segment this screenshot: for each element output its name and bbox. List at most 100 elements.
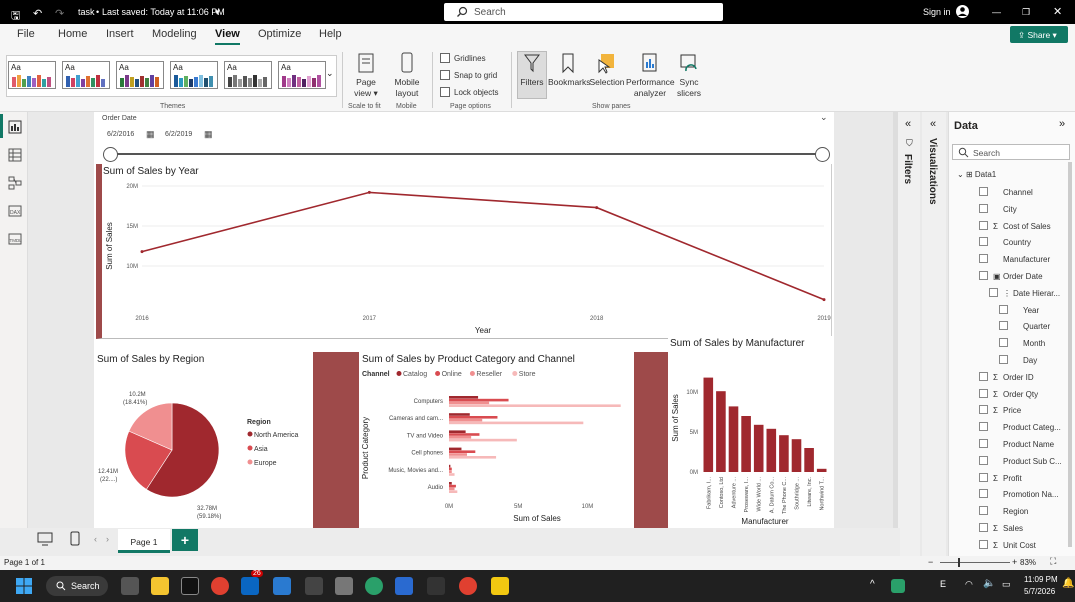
field-item[interactable]: ▣ Order Date — [979, 271, 1043, 281]
zoom-handle[interactable] — [958, 558, 960, 567]
file-explorer-icon[interactable] — [151, 577, 169, 595]
database-icon[interactable] — [335, 577, 353, 595]
close-icon[interactable]: ✕ — [1053, 5, 1062, 18]
field-item[interactable]: Channel — [979, 187, 1033, 197]
chrome-icon[interactable] — [459, 577, 477, 595]
undo-icon[interactable]: ↶ — [33, 7, 42, 20]
windows-start-icon[interactable] — [16, 578, 32, 594]
menu-optimize[interactable]: Optimize — [258, 28, 301, 40]
zoom-out-icon[interactable]: − — [928, 557, 933, 567]
field-item[interactable]: Σ Order Qty — [979, 388, 1038, 399]
gridlines-checkbox[interactable]: Gridlines — [440, 53, 486, 63]
filters-pane-button[interactable]: Filters — [517, 51, 547, 99]
power-bi-icon[interactable] — [491, 577, 509, 595]
field-item[interactable]: Σ Price — [979, 405, 1021, 415]
language-icon[interactable]: E — [940, 579, 946, 589]
slicer-start-handle[interactable] — [103, 147, 118, 162]
account-icon[interactable] — [955, 4, 970, 19]
slicer-end-handle[interactable] — [815, 147, 830, 162]
menu-modeling[interactable]: Modeling — [152, 28, 197, 40]
theme-1[interactable]: Aa — [8, 61, 56, 89]
bookmarks-pane-button[interactable]: Bookmarks — [548, 52, 591, 88]
edge-icon[interactable] — [365, 577, 383, 595]
field-item[interactable]: Quarter — [999, 321, 1050, 331]
tmdl-view-icon[interactable]: TMDL — [8, 232, 22, 246]
theme-6[interactable]: Aa — [278, 61, 326, 89]
table-data1[interactable]: ⌄ ⊞ Data1 — [957, 170, 996, 179]
zoom-level[interactable]: 83% — [1020, 558, 1036, 567]
bar-chart-card[interactable]: Sum of Sales by Product Category and Cha… — [359, 352, 634, 528]
clock-date[interactable]: 5/7/2026 — [1024, 587, 1055, 596]
theme-2[interactable]: Aa — [62, 61, 110, 89]
theme-4[interactable]: Aa — [170, 61, 218, 89]
chevron-up-icon[interactable]: ^ — [870, 579, 875, 590]
prev-page-icon[interactable]: ‹ — [94, 534, 97, 544]
global-search[interactable]: Search — [444, 3, 723, 21]
expand-icon[interactable]: « — [930, 118, 936, 130]
pie-chart-card[interactable]: Sum of Sales by Region 32.78M (59.18%) 12.… — [94, 352, 313, 528]
field-item[interactable]: Σ Unit Cost — [979, 539, 1036, 550]
mobile-layout-button[interactable]: Mobile layout — [391, 52, 423, 99]
menu-home[interactable]: Home — [58, 28, 87, 40]
field-item[interactable]: ⋮ Date Hierar... — [989, 287, 1060, 298]
field-item[interactable]: Σ Sales — [979, 523, 1023, 533]
sign-in-link[interactable]: Sign in — [923, 7, 951, 17]
last-saved[interactable]: Last saved: Today at 11:06 PM — [102, 7, 225, 17]
sync-slicers-button[interactable]: Sync slicers — [674, 52, 704, 99]
report-view-icon[interactable] — [8, 120, 22, 134]
field-item[interactable]: Year — [999, 304, 1039, 315]
add-page-button[interactable]: + — [172, 529, 198, 551]
app-icon[interactable] — [395, 577, 413, 595]
column-chart-card[interactable]: Sum of Sales by Manufacturer 10M 5M 0M Fabr… — [668, 336, 832, 528]
gallery-more-icon[interactable]: ⌄ — [326, 68, 334, 79]
menu-insert[interactable]: Insert — [106, 28, 134, 40]
lock-objects-checkbox[interactable]: Lock objects — [440, 87, 498, 97]
fit-to-page-icon[interactable]: ⛶ — [1050, 556, 1056, 567]
menu-file[interactable]: File — [17, 28, 35, 40]
zoom-in-icon[interactable]: + — [1012, 557, 1017, 567]
field-item[interactable]: Product Categ... — [979, 422, 1061, 432]
desktop-view-icon[interactable] — [37, 532, 53, 546]
app-icon[interactable] — [427, 577, 445, 595]
battery-icon[interactable]: ▭ — [1002, 579, 1011, 590]
restore-icon[interactable]: ❐ — [1022, 7, 1030, 18]
chevron-down-icon[interactable]: ⌄ — [820, 112, 828, 123]
next-page-icon[interactable]: › — [106, 534, 109, 544]
task-view-icon[interactable] — [121, 577, 139, 595]
field-item[interactable]: Product Name — [979, 439, 1054, 449]
slicer-start-date[interactable]: 6/2/2016 — [107, 131, 134, 138]
field-item[interactable]: Σ Order ID — [979, 371, 1034, 382]
theme-3[interactable]: Aa — [116, 61, 164, 89]
share-button[interactable]: ⇪ Share ▾ — [1010, 26, 1068, 43]
app-icon[interactable] — [305, 577, 323, 595]
field-item[interactable]: Σ Cost of Sales — [979, 220, 1051, 231]
field-item[interactable]: Product Sub C... — [979, 455, 1062, 466]
calendar-icon[interactable]: ▦ — [204, 129, 213, 140]
field-item[interactable]: Month — [999, 338, 1045, 348]
chrome-icon[interactable] — [211, 577, 229, 595]
calendar-icon[interactable]: ▦ — [146, 129, 155, 140]
performance-analyzer-button[interactable]: Performance analyzer — [626, 52, 675, 99]
data-search-input[interactable]: Search — [952, 144, 1070, 160]
expand-icon[interactable]: « — [905, 118, 911, 130]
field-item[interactable]: Country — [979, 237, 1031, 247]
volume-icon[interactable]: 🔈 — [983, 578, 995, 589]
chevron-down-icon[interactable]: ▾ — [215, 7, 220, 18]
field-item[interactable]: Σ Profit — [979, 472, 1022, 483]
field-item[interactable]: Promotion Na... — [979, 489, 1059, 499]
slicer-end-date[interactable]: 6/2/2019 — [165, 131, 192, 138]
filters-pane[interactable]: « ⛉ Filters — [898, 112, 920, 556]
minimize-icon[interactable]: — — [992, 7, 1001, 17]
visualizations-pane[interactable]: « Visualizations — [922, 112, 946, 556]
clock-time[interactable]: 11:09 PM — [1024, 575, 1058, 584]
line-chart-card[interactable]: Sum of Sales by Year 20M 15M 10M 2016 2017 20… — [96, 164, 832, 339]
menu-view[interactable]: View — [215, 28, 240, 45]
wifi-icon[interactable]: ◠ — [965, 579, 973, 590]
table-view-icon[interactable] — [8, 148, 22, 162]
linkedin-icon[interactable]: 26 — [241, 570, 263, 595]
data-pane-scrollbar[interactable] — [1068, 162, 1072, 547]
field-item[interactable]: Region — [979, 506, 1028, 516]
taskbar-search[interactable]: Search — [46, 576, 108, 596]
page-view-button[interactable]: Page view ▾ — [350, 52, 382, 99]
page-tab-1[interactable]: Page 1 — [118, 529, 170, 553]
